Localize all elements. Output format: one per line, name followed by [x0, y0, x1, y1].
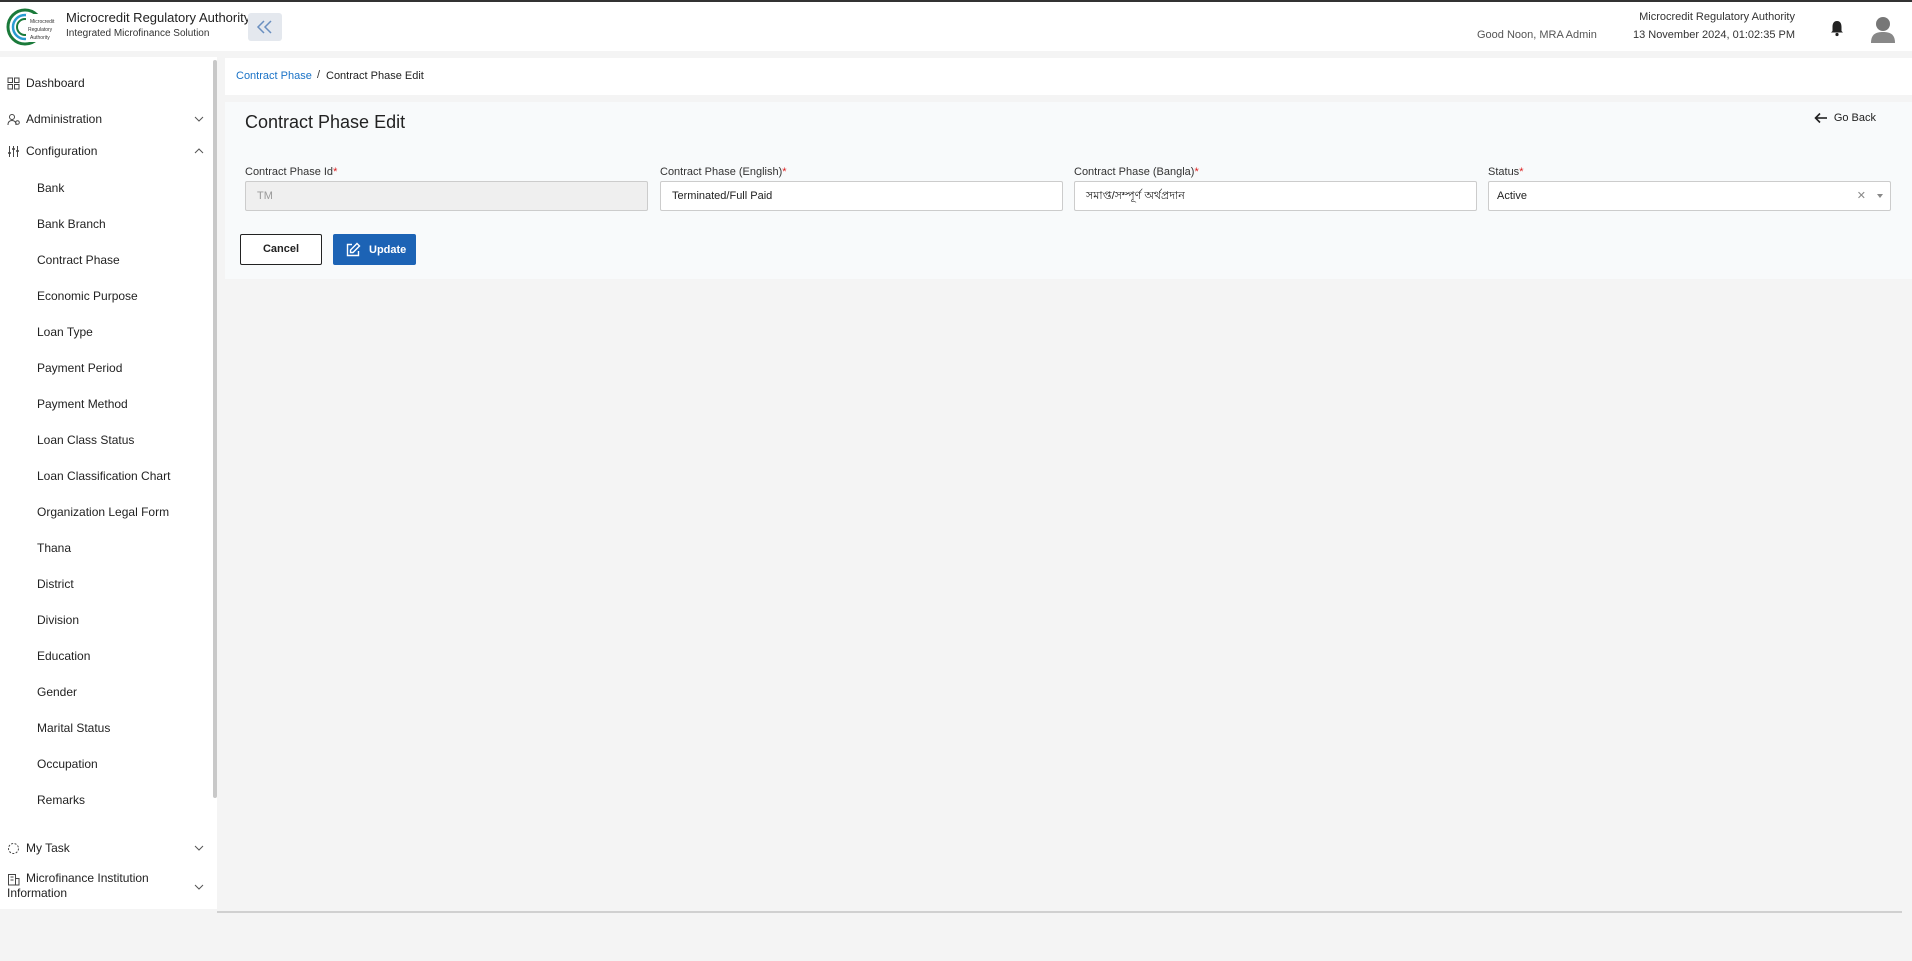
sidebar-subitem-loan-classification-chart[interactable]: Loan Classification Chart [37, 469, 170, 483]
sidebar-item-label: Microfinance Institution Information [7, 871, 149, 900]
chevron-down-icon [194, 116, 204, 122]
org-name: Microcredit Regulatory Authority [1639, 11, 1795, 23]
users-cog-icon [7, 113, 20, 125]
current-datetime: 13 November 2024, 01:02:35 PM [1632, 29, 1795, 41]
required-mark: * [1519, 166, 1524, 178]
app-header: Microcredit Regulatory Authority Microcr… [0, 2, 1912, 51]
sidebar-item-label: My Task [26, 841, 70, 855]
contract-phase-english-label: Contract Phase (English)* [660, 166, 787, 178]
sidebar-subitem-bank[interactable]: Bank [37, 181, 64, 195]
sidebar-subitem-contract-phase[interactable]: Contract Phase [37, 253, 120, 267]
required-mark: * [782, 166, 787, 178]
user-greeting: Good Noon, MRA Admin [1477, 29, 1597, 41]
contract-phase-id-input: TM [245, 181, 648, 211]
sidebar-subitem-marital-status[interactable]: Marital Status [37, 721, 110, 735]
breadcrumb: Contract Phase / Contract Phase Edit [225, 58, 1912, 95]
sidebar-subitem-bank-branch[interactable]: Bank Branch [37, 217, 106, 231]
sidebar-subitem-occupation[interactable]: Occupation [37, 757, 98, 771]
sidebar-item-label: Dashboard [26, 76, 85, 90]
clear-icon[interactable]: ✕ [1857, 182, 1866, 210]
sidebar-subitem-gender[interactable]: Gender [37, 685, 77, 699]
sidebar-subitem-loan-class-status[interactable]: Loan Class Status [37, 433, 134, 447]
sidebar-item-administration[interactable]: Administration [0, 111, 210, 127]
sidebar-subitem-education[interactable]: Education [37, 649, 90, 663]
app-title: Microcredit Regulatory Authority [66, 10, 251, 25]
arrow-left-icon [1814, 112, 1827, 124]
go-back-button[interactable]: Go Back [1814, 112, 1876, 124]
status-label: Status* [1488, 166, 1524, 178]
contract-phase-id-label: Contract Phase Id* [245, 166, 338, 178]
sidebar-scrollbar[interactable] [213, 60, 217, 798]
contract-phase-bangla-input[interactable]: সমাপ্ত/সম্পূর্ণ অর্থপ্রদান [1074, 181, 1477, 211]
user-avatar-icon[interactable] [1870, 15, 1896, 43]
sliders-icon [8, 145, 19, 157]
svg-text:Authority: Authority [30, 35, 50, 41]
task-spinner-icon [8, 842, 19, 854]
breadcrumb-link-contract-phase[interactable]: Contract Phase [236, 70, 312, 82]
app-subtitle: Integrated Microfinance Solution [66, 28, 210, 39]
sidebar-collapse-button[interactable] [248, 13, 282, 41]
notification-bell-icon[interactable] [1828, 19, 1846, 37]
sidebar-subitem-loan-type[interactable]: Loan Type [37, 325, 93, 339]
chevron-down-icon [194, 845, 204, 851]
chevron-up-icon [194, 148, 204, 154]
sidebar-item-label: Configuration [26, 144, 98, 158]
sidebar-item-microfinance-institution[interactable]: Microfinance Institution Information [0, 871, 210, 903]
chevron-down-icon [194, 884, 204, 890]
sidebar-item-my-task[interactable]: My Task [0, 840, 210, 856]
status-select[interactable]: Active ✕ [1488, 181, 1891, 211]
contract-phase-english-input[interactable]: Terminated/Full Paid [660, 181, 1063, 211]
sidebar-item-configuration[interactable]: Configuration [0, 143, 210, 159]
sidebar-subitem-economic-purpose[interactable]: Economic Purpose [37, 289, 138, 303]
breadcrumb-current: Contract Phase Edit [326, 70, 424, 82]
mra-logo: Microcredit Regulatory Authority [6, 8, 58, 46]
edit-icon [346, 242, 361, 256]
required-mark: * [1194, 166, 1199, 178]
sidebar: Dashboard Administration Configuration B… [0, 57, 217, 909]
sidebar-item-dashboard[interactable]: Dashboard [0, 75, 210, 91]
svg-text:Regulatory: Regulatory [28, 27, 53, 33]
page-title: Contract Phase Edit [245, 112, 406, 132]
sidebar-item-label: Administration [26, 112, 103, 126]
caret-down-icon [1877, 194, 1883, 198]
update-button[interactable]: Update [333, 234, 416, 265]
go-back-label: Go Back [1833, 112, 1876, 124]
sidebar-subitem-remarks[interactable]: Remarks [37, 793, 85, 807]
status-select-value: Active [1497, 190, 1527, 202]
svg-text:Microcredit: Microcredit [30, 19, 55, 25]
grid-icon [7, 77, 20, 89]
sidebar-subitem-thana[interactable]: Thana [37, 541, 71, 555]
required-mark: * [333, 166, 338, 178]
sidebar-subitem-organization-legal-form[interactable]: Organization Legal Form [37, 505, 169, 519]
breadcrumb-separator: / [317, 69, 321, 81]
sidebar-subitem-payment-period[interactable]: Payment Period [37, 361, 122, 375]
sidebar-subitem-division[interactable]: Division [37, 613, 79, 627]
sidebar-subitem-payment-method[interactable]: Payment Method [37, 397, 128, 411]
double-chevron-left-icon [256, 20, 272, 34]
edit-form-card: Contract Phase Edit Go Back Contract Pha… [225, 102, 1912, 279]
sidebar-subitem-district[interactable]: District [37, 577, 74, 591]
content-bottom-divider [217, 911, 1902, 913]
contract-phase-bangla-label: Contract Phase (Bangla)* [1074, 166, 1199, 178]
cancel-button[interactable]: Cancel [240, 234, 322, 265]
update-label: Update [369, 243, 407, 256]
